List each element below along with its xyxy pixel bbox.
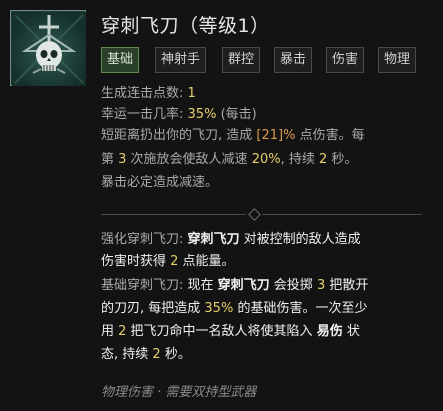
lucky-hit-line: 幸运一击几率: 35% (每击)	[101, 105, 257, 125]
basic-upgrade-label: 基础穿刺飞刀:	[101, 278, 188, 293]
basic-upgrade-line-3: 用 2 把飞刀命中一名敌人将使其陷入 易伤 状	[101, 322, 360, 342]
tag-physical: 物理	[378, 47, 417, 73]
upgrade-text: 对被控制的敌人造成	[239, 232, 361, 247]
desc-text: 次施放会使敌人减速	[126, 152, 252, 167]
upgrade-text: 把飞刀命中一名敌人将使其陷入	[126, 324, 317, 339]
upgrade-text: 用	[101, 324, 119, 339]
upgrade-text: 的基础伤害。一次至少	[233, 301, 368, 316]
upgrade-text: 秒。	[160, 347, 191, 362]
description-line-3: 暴击必定造成减速。	[101, 175, 219, 190]
tag-critical: 暴击	[274, 47, 313, 73]
combo-points-label: 生成连击点数:	[101, 86, 184, 101]
skill-name-ref: 穿刺飞刀	[217, 278, 270, 293]
desc-text: 秒。	[327, 152, 358, 167]
base-damage-value: 35%	[204, 301, 234, 316]
basic-upgrade-line-2: 的刀刃, 每把造成 35% 的基础伤害。一次至少	[101, 299, 367, 319]
combo-points-line: 生成连击点数: 1	[101, 84, 196, 104]
lucky-hit-value: 35%	[187, 107, 217, 122]
vulnerable-duration-value: 2	[152, 347, 161, 362]
desc-text: 第	[101, 152, 119, 167]
desc-text: , 持续	[280, 152, 319, 167]
upgrade-text: 的刀刃, 每把造成	[101, 301, 205, 316]
description-line-2: 第 3 次施放会使敌人减速 20%, 持续 2 秒。	[101, 150, 357, 170]
lucky-hit-suffix: (每击)	[220, 107, 257, 122]
slow-value: 20%	[251, 152, 281, 167]
blade-count-value: 3	[316, 278, 326, 293]
section-divider	[0, 208, 443, 221]
basic-upgrade-line-1: 基础穿刺飞刀: 现在 穿刺飞刀 会投掷 3 把散开	[101, 276, 368, 296]
enhanced-label: 强化穿刺飞刀:	[101, 232, 188, 247]
upgrade-text: 点能量。	[178, 254, 235, 269]
tag-crowd-control: 群控	[222, 47, 261, 73]
tag-damage: 伤害	[326, 47, 365, 73]
footer-note: 物理伤害 · 需要双持型武器	[101, 385, 257, 400]
desc-text: 短距离扔出你的飞刀, 造成	[101, 128, 257, 143]
skill-tooltip: 穿刺飞刀（等级1） 基础 神射手 群控 暴击 伤害 物理 生成连击点数: 1 幸…	[0, 0, 443, 411]
upgrade-text: 会投掷	[269, 278, 317, 293]
vulnerable-keyword: 易伤	[316, 324, 343, 339]
combo-points-value: 1	[187, 86, 196, 101]
tag-marksman: 神射手	[155, 47, 207, 73]
desc-text: 点伤害。每	[295, 128, 365, 143]
skill-title: 穿刺飞刀（等级1）	[101, 15, 270, 37]
skull-dagger-icon	[10, 10, 86, 86]
upgrade-text: 现在	[187, 278, 218, 293]
damage-value: [21]%	[256, 128, 296, 143]
upgrade-text: 伤害时获得	[101, 254, 171, 269]
enhanced-upgrade-line-1: 强化穿刺飞刀: 穿刺飞刀 对被控制的敌人造成	[101, 230, 361, 250]
upgrade-text: 态, 持续	[101, 347, 153, 362]
tag-basic: 基础	[101, 47, 140, 73]
enhanced-upgrade-line-2: 伤害时获得 2 点能量。	[101, 252, 235, 272]
upgrade-text: 状	[342, 324, 360, 339]
basic-upgrade-line-4: 态, 持续 2 秒。	[101, 345, 191, 365]
lucky-hit-label: 幸运一击几率:	[101, 107, 184, 122]
upgrade-text: 把散开	[325, 278, 369, 293]
description-line-1: 短距离扔出你的飞刀, 造成 [21]% 点伤害。每	[101, 126, 365, 146]
skill-name-ref: 穿刺飞刀	[187, 232, 240, 247]
